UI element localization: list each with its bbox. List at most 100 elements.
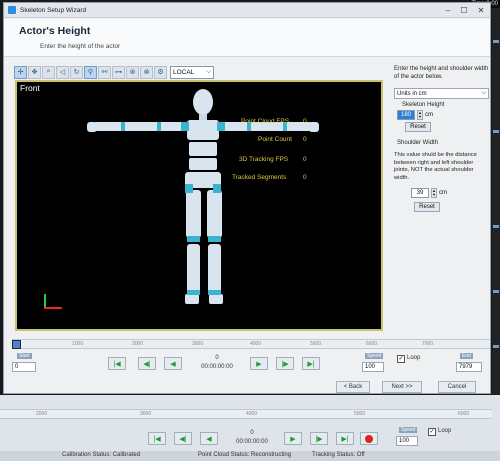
close-button[interactable]: ✕ [472,6,490,15]
speed-label: Speed [399,427,418,433]
group-tool-icon[interactable]: ⊛ [126,65,139,79]
start-label: Start [17,353,32,359]
units-select[interactable]: Units in cm ⌵ [394,88,489,99]
ruler-label: 6000 [366,341,378,347]
cancel-button[interactable]: Cancel [438,381,476,393]
back-button[interactable]: < Back [336,381,370,393]
rotate-icon[interactable]: ↻ [70,65,83,79]
figure-joint [208,290,221,295]
figure-joint [217,122,225,131]
ruler-label: 5000 [310,341,322,347]
pan-tool-icon[interactable]: ✥ [28,65,41,79]
figure-right-hand [309,122,319,132]
play-icon[interactable]: ▶ [284,432,302,445]
tracking-fps-value: 0 [303,156,307,163]
step-forward-icon[interactable]: |▶ [310,432,328,445]
next-button[interactable]: Next >> [382,381,422,393]
node-tool-icon[interactable]: ⊶ [112,65,125,79]
shoulder-spinner[interactable]: ▲ ▼ [431,188,437,198]
play-icon[interactable]: ▶ [250,357,268,370]
edge-tick [493,40,499,43]
point-cloud-fps-value: 0 [303,118,307,125]
x-axis-indicator [44,307,62,309]
tracking-status: Tracking Status: Off [312,452,365,458]
ruler-label: 4000 [250,341,262,347]
point-count-value: 0 [303,136,307,143]
figure-right-thigh [207,190,222,238]
minimize-button[interactable]: – [440,6,456,15]
step-back-icon[interactable]: ◀| [174,432,192,445]
step-forward-icon[interactable]: |▶ [276,357,294,370]
rotate-left-icon[interactable]: ◁ [56,65,69,79]
ruler-label: 4000 [246,411,258,417]
loop-label: Loop [438,428,452,434]
link-tool-icon[interactable]: ⚯ [98,65,111,79]
skeleton-setup-wizard-window: Skeleton Setup Wizard – ☐ ✕ Actor's Heig… [3,2,491,394]
figure-left-thigh [186,190,201,238]
maximize-button[interactable]: ☐ [456,6,472,15]
ruler-label: 5000 [354,411,366,417]
settings-panel: Enter the height and shoulder width of t… [394,66,490,212]
height-unit: cm [425,112,433,118]
skip-to-end-icon[interactable]: ▶| [302,357,320,370]
settings-tool-icon[interactable]: ⚙ [154,65,167,79]
cluster-tool-icon[interactable]: ⊗ [140,65,153,79]
loop-checkbox[interactable]: ✓ [397,355,405,363]
ruler-label: 7000 [422,341,434,347]
shoulder-width-label: Shoulder Width [397,140,439,146]
figure-joint [185,184,193,193]
figure-waist [189,158,217,170]
ruler-label: 1000 [72,341,84,347]
skip-to-end-icon[interactable]: ▶| [336,432,354,445]
loop-checkbox[interactable]: ✓ [428,428,436,436]
zoom-tool-icon[interactable]: ⌕ [42,65,55,79]
marker-tool-icon[interactable]: ⚲ [84,65,97,79]
shoulder-width-input[interactable]: 39 [411,188,429,198]
step-back-icon[interactable]: ◀| [138,357,156,370]
coordinate-space-select[interactable]: LOCAL ⌵ [170,65,214,79]
3d-viewport[interactable]: Front Point Cloud FPS 0 Point Count 0 3D… [15,80,383,331]
figure-left-shin [187,244,200,294]
figure-left-hand [87,122,97,132]
chevron-down-icon: ⌵ [206,68,211,75]
coordinate-space-value: LOCAL [173,68,195,76]
page-subtitle: Enter the height of the actor [40,43,121,50]
ruler-label: 3000 [192,341,204,347]
timeline-ruler[interactable]: 1000 2000 3000 4000 5000 6000 7000 [12,339,490,349]
figure-right-foot [209,294,223,304]
tracked-segments-label: Tracked Segments [232,174,287,181]
speed-input[interactable]: 100 [396,436,418,446]
ruler-label: 2000 [36,411,48,417]
reset-shoulder-button[interactable]: Reset [414,202,440,212]
page-title: Actor's Height [19,25,91,37]
skeleton-figure [87,89,319,304]
skip-to-start-icon[interactable]: |◀ [148,432,166,445]
figure-joint [157,122,161,131]
shoulder-input-row: 39 ▲ ▼ cm [411,188,490,198]
background-timeline-ruler[interactable]: 2000 3000 4000 5000 6000 [0,409,492,419]
select-tool-icon[interactable]: ✢ [14,65,27,79]
height-input[interactable]: 180 [397,110,415,120]
record-button[interactable] [360,432,378,445]
play-reverse-icon[interactable]: ◀ [164,357,182,370]
skip-to-start-icon[interactable]: |◀ [108,357,126,370]
height-input-row: 180 ▲ ▼ cm [397,110,490,120]
point-cloud-status: Point Cloud Status: Reconstructing [198,452,292,458]
height-spinner[interactable]: ▲ ▼ [417,110,423,120]
start-frame-input[interactable]: 0 [12,362,36,372]
figure-joint [187,290,200,295]
play-reverse-icon[interactable]: ◀ [200,432,218,445]
viewport-toolbar: ✢ ✥ ⌕ ◁ ↻ ⚲ ⚯ ⊶ ⊛ ⊗ ⚙ LOCAL ⌵ [14,64,214,80]
wizard-header: Actor's Height Enter the height of the a… [4,19,490,57]
speed-input[interactable]: 100 [362,362,384,372]
end-frame-input[interactable]: 7979 [456,362,482,372]
speed-label: Speed [365,353,384,359]
point-count-label: Point Count [258,136,292,143]
reset-height-button[interactable]: Reset [405,122,431,132]
timeline-handle[interactable] [12,340,21,349]
figure-joint [213,184,221,193]
ruler-label: 6000 [458,411,470,417]
units-value: Units in cm [397,90,427,97]
figure-left-foot [185,294,199,304]
calibration-status: Calibration Status: Calibrated [62,452,141,458]
